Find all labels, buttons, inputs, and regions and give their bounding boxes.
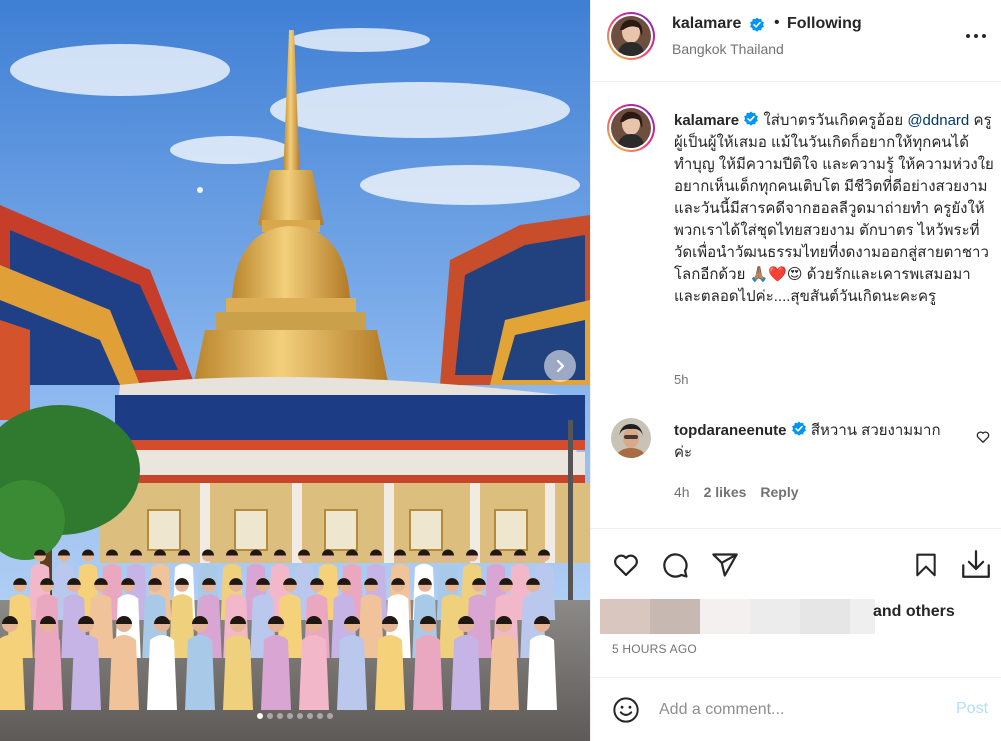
download-icon[interactable] bbox=[959, 547, 993, 581]
person-figure bbox=[527, 635, 557, 710]
person-figure bbox=[185, 635, 215, 710]
following-button[interactable]: Following bbox=[787, 15, 862, 33]
liked-by-avatars-blurred bbox=[850, 599, 875, 634]
likes-summary[interactable]: and others bbox=[873, 603, 955, 621]
person-figure bbox=[489, 635, 519, 710]
next-image-button[interactable] bbox=[544, 350, 576, 382]
person-figure bbox=[337, 635, 367, 710]
person-figure bbox=[413, 635, 443, 710]
liked-by-avatars-blurred bbox=[800, 599, 850, 634]
emoji-icon[interactable] bbox=[612, 696, 640, 724]
caption-text-body: ครูผู้เป็นผู้ให้เสมอ แม้ในวันเกิดก็อยากใ… bbox=[674, 112, 994, 305]
author-username[interactable]: kalamare bbox=[672, 15, 741, 33]
post-header: kalamare • Following Bangkok Thailand bbox=[591, 0, 1001, 82]
post-comment-button[interactable]: Post bbox=[956, 700, 988, 718]
verified-badge-icon bbox=[750, 17, 764, 32]
add-comment-bar: Post bbox=[591, 677, 1001, 741]
person-figure bbox=[109, 635, 139, 710]
post-location[interactable]: Bangkok Thailand bbox=[672, 41, 784, 57]
more-options-icon[interactable] bbox=[963, 26, 989, 46]
person-figure bbox=[147, 635, 177, 710]
header-separator: • bbox=[774, 14, 780, 31]
verified-badge-icon bbox=[744, 111, 759, 126]
comment-meta: 4h 2 likes Reply bbox=[674, 484, 799, 500]
caption-timestamp[interactable]: 5h bbox=[674, 372, 688, 387]
person-figure bbox=[375, 635, 405, 710]
person-figure bbox=[451, 635, 481, 710]
liked-by-avatars-blurred bbox=[750, 599, 800, 634]
carousel-dot bbox=[277, 713, 283, 719]
carousel-dot bbox=[297, 713, 303, 719]
post-actions: and others 5 HOURS AGO bbox=[591, 528, 1001, 656]
comment-timestamp[interactable]: 4h bbox=[674, 484, 690, 500]
person-figure bbox=[223, 635, 253, 710]
commenter-username[interactable]: topdaraneenute bbox=[674, 422, 787, 439]
comment: topdaraneenute สีหวาน สวยงามมากค่ะ bbox=[674, 420, 954, 464]
verified-badge-icon bbox=[791, 421, 806, 436]
post-caption: kalamare ใส่บาตรวันเกิดครูอ้อย @ddnard ค… bbox=[674, 110, 994, 308]
carousel-dot bbox=[287, 713, 293, 719]
likes-others-label[interactable]: and others bbox=[873, 603, 955, 620]
person-figure bbox=[299, 635, 329, 710]
post-detail-panel: kalamare • Following Bangkok Thailand ka… bbox=[590, 0, 1001, 741]
caption-avatar-image bbox=[611, 108, 651, 148]
liked-by-avatars-blurred bbox=[700, 599, 750, 634]
bookmark-icon[interactable] bbox=[913, 551, 939, 579]
carousel-indicator bbox=[0, 713, 590, 719]
caption-text-intro: ใส่บาตรวันเกิดครูอ้อย bbox=[763, 112, 904, 129]
like-heart-icon[interactable] bbox=[611, 551, 641, 579]
temple-photo bbox=[0, 0, 590, 741]
comment-likes-count[interactable]: 2 likes bbox=[704, 484, 747, 500]
chevron-right-icon bbox=[556, 359, 565, 373]
comment-icon[interactable] bbox=[661, 551, 689, 579]
person-figure bbox=[0, 635, 25, 710]
commenter-avatar-image bbox=[611, 418, 651, 458]
carousel-dot bbox=[327, 713, 333, 719]
caption-username[interactable]: kalamare bbox=[674, 112, 739, 129]
carousel-dot bbox=[307, 713, 313, 719]
person-figure bbox=[33, 635, 63, 710]
comment-reply-button[interactable]: Reply bbox=[760, 484, 798, 500]
carousel-dot bbox=[317, 713, 323, 719]
liked-by-avatars-blurred bbox=[650, 599, 700, 634]
author-avatar-image bbox=[611, 16, 651, 56]
post-photo[interactable] bbox=[0, 0, 590, 741]
share-icon[interactable] bbox=[711, 551, 739, 579]
caption-mention-link[interactable]: @ddnard bbox=[907, 112, 969, 129]
caption-author-avatar[interactable] bbox=[607, 104, 655, 152]
carousel-dot bbox=[257, 713, 263, 719]
post-timestamp[interactable]: 5 HOURS AGO bbox=[612, 642, 697, 656]
person-figure bbox=[261, 635, 291, 710]
author-avatar[interactable] bbox=[607, 12, 655, 60]
person-figure bbox=[71, 635, 101, 710]
commenter-avatar[interactable] bbox=[611, 418, 651, 458]
carousel-dot bbox=[267, 713, 273, 719]
like-comment-heart-icon[interactable] bbox=[976, 430, 990, 444]
liked-by-avatars-blurred bbox=[600, 599, 650, 634]
comment-input[interactable] bbox=[659, 696, 929, 724]
